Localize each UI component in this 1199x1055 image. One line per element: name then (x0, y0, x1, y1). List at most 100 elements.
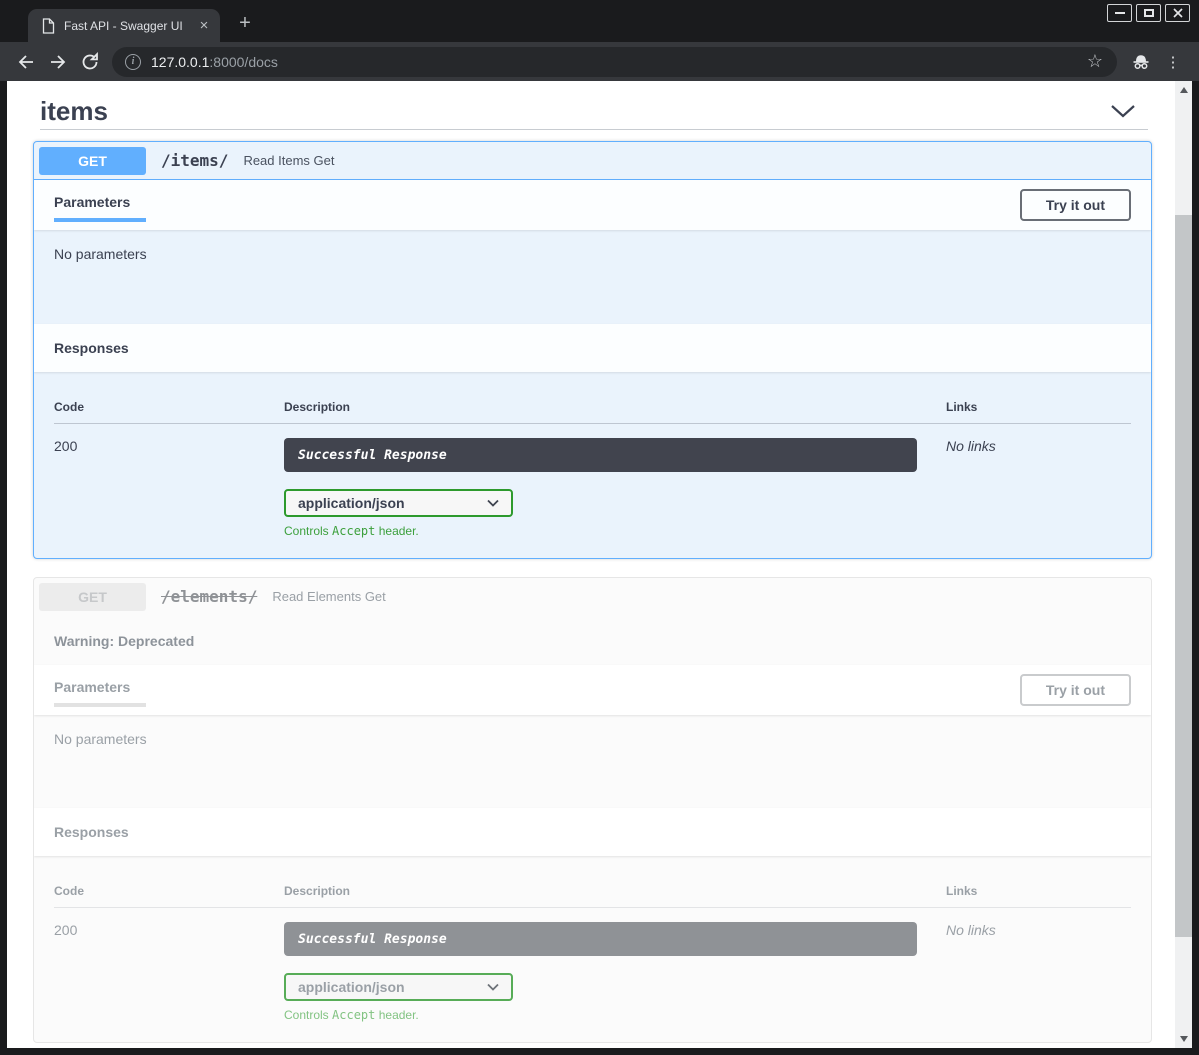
responses-table: Code Description Links 200 Successful Re… (34, 372, 1151, 558)
bookmark-star-icon[interactable]: ☆ (1087, 51, 1103, 72)
swagger-page: items GET /items/ Read Items Get Paramet… (7, 81, 1175, 1048)
site-info-icon[interactable]: i (125, 54, 141, 70)
accept-note-prefix: Controls (284, 524, 332, 538)
response-code: 200 (54, 438, 284, 538)
reload-icon (80, 52, 100, 72)
responses-table-header: Code Description Links (54, 884, 1131, 908)
new-tab-button[interactable]: + (232, 11, 258, 37)
responses-table-header: Code Description Links (54, 400, 1131, 424)
section-divider (40, 129, 1148, 130)
browser-titlebar: Fast API - Swagger UI × + (0, 0, 1199, 42)
maximize-button[interactable] (1136, 4, 1161, 22)
accept-header-note: Controls Accept header. (284, 1008, 946, 1022)
response-description-cell: Successful Response application/json Con… (284, 922, 946, 1022)
scroll-down-icon (1180, 1036, 1188, 1042)
endpoint-get-items: GET /items/ Read Items Get Parameters Tr… (33, 141, 1152, 559)
incognito-button[interactable] (1125, 46, 1157, 78)
responses-title: Responses (54, 824, 129, 840)
url-text: 127.0.0.1:8000/docs (151, 54, 1087, 70)
response-code: 200 (54, 922, 284, 1022)
tab-close-icon[interactable]: × (196, 18, 212, 34)
accept-header-note: Controls Accept header. (284, 524, 946, 538)
column-links: Links (946, 400, 1131, 414)
back-button[interactable] (10, 46, 42, 78)
no-parameters-text: No parameters (54, 246, 147, 262)
back-arrow-icon (16, 52, 36, 72)
try-it-out-button[interactable]: Try it out (1020, 674, 1131, 706)
tag-title: items (40, 96, 108, 127)
method-badge: GET (39, 583, 146, 611)
accept-note-prefix: Controls (284, 1008, 332, 1022)
browser-menu-button[interactable]: ⋮ (1157, 46, 1189, 78)
address-bar[interactable]: i 127.0.0.1:8000/docs ☆ (112, 47, 1117, 77)
endpoint-summary-bar[interactable]: GET /items/ Read Items Get (34, 142, 1151, 180)
page-favicon-icon (41, 18, 55, 34)
endpoint-get-elements-deprecated: GET /elements/ Read Elements Get Warning… (33, 577, 1152, 1043)
accept-note-code: Accept (332, 1008, 375, 1022)
minimize-icon (1115, 12, 1125, 14)
scrollbar-thumb[interactable] (1175, 215, 1192, 937)
accept-note-code: Accept (332, 524, 375, 538)
endpoint-summary-bar[interactable]: GET /elements/ Read Elements Get (34, 578, 1151, 616)
response-row: 200 Successful Response application/json (54, 424, 1131, 538)
media-type-value: application/json (298, 495, 405, 511)
method-badge: GET (39, 147, 146, 175)
column-links: Links (946, 884, 1131, 898)
endpoint-path: /elements/ (161, 587, 257, 606)
forward-button[interactable] (42, 46, 74, 78)
response-row: 200 Successful Response application/json (54, 908, 1131, 1022)
response-description-panel: Successful Response (284, 922, 917, 956)
parameters-header: Parameters Try it out (34, 180, 1151, 230)
maximize-icon (1144, 9, 1154, 17)
try-it-out-button[interactable]: Try it out (1020, 189, 1131, 221)
responses-table: Code Description Links 200 Successful Re… (34, 856, 1151, 1042)
column-code: Code (54, 884, 284, 898)
url-path: :8000/docs (209, 54, 278, 70)
column-description: Description (284, 400, 946, 414)
url-host: 127.0.0.1 (151, 54, 209, 70)
page-content: items GET /items/ Read Items Get Paramet… (7, 81, 1192, 1048)
responses-header: Responses (34, 808, 1151, 856)
deprecated-warning: Warning: Deprecated (34, 616, 1151, 665)
incognito-icon (1131, 52, 1151, 72)
browser-window: Fast API - Swagger UI × + (0, 0, 1199, 1055)
tag-section-header[interactable]: items (40, 93, 1148, 129)
forward-arrow-icon (48, 52, 68, 72)
tab-title: Fast API - Swagger UI (64, 19, 196, 33)
info-glyph: i (132, 56, 135, 67)
response-description-cell: Successful Response application/json Con… (284, 438, 946, 538)
close-icon (1173, 8, 1183, 18)
endpoint-description: Read Items Get (243, 153, 334, 168)
reload-button[interactable] (74, 46, 106, 78)
response-links: No links (946, 438, 1131, 538)
parameters-header: Parameters Try it out (34, 665, 1151, 715)
no-parameters-text: No parameters (54, 731, 147, 747)
tab-parameters[interactable]: Parameters (54, 679, 146, 707)
endpoint-description: Read Elements Get (272, 589, 385, 604)
parameters-body: No parameters (34, 715, 1151, 808)
responses-title: Responses (54, 340, 129, 356)
column-code: Code (54, 400, 284, 414)
response-description-panel: Successful Response (284, 438, 917, 472)
chevron-down-icon (487, 983, 499, 991)
endpoint-path: /items/ (161, 151, 228, 170)
scroll-up-button[interactable] (1175, 82, 1192, 98)
responses-header: Responses (34, 324, 1151, 372)
close-window-button[interactable] (1165, 4, 1190, 22)
accept-note-suffix: header. (375, 524, 418, 538)
response-links: No links (946, 922, 1131, 1022)
parameters-body: No parameters (34, 230, 1151, 324)
scroll-down-button[interactable] (1175, 1031, 1192, 1047)
accept-note-suffix: header. (375, 1008, 418, 1022)
response-description-text: Successful Response (298, 448, 447, 463)
media-type-select[interactable]: application/json (284, 973, 513, 1001)
column-description: Description (284, 884, 946, 898)
browser-toolbar: i 127.0.0.1:8000/docs ☆ ⋮ (0, 42, 1199, 81)
media-type-select[interactable]: application/json (284, 489, 513, 517)
window-controls (1107, 4, 1190, 22)
browser-tab[interactable]: Fast API - Swagger UI × (28, 9, 220, 42)
minimize-button[interactable] (1107, 4, 1132, 22)
tab-parameters[interactable]: Parameters (54, 194, 146, 222)
scrollbar[interactable] (1175, 81, 1192, 1048)
collapse-chevron-icon[interactable] (1110, 104, 1136, 118)
